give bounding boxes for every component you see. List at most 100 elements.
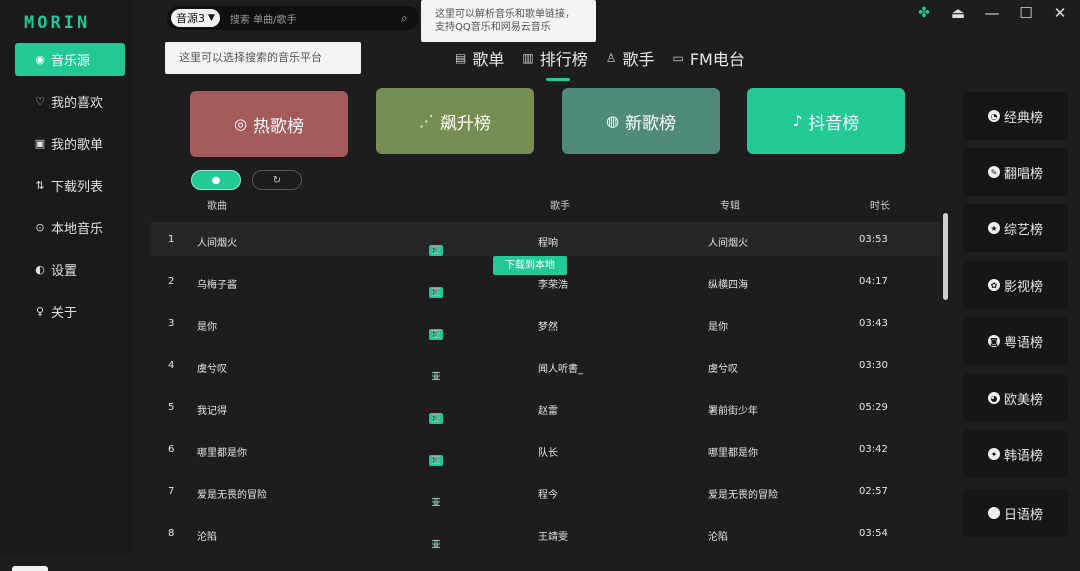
row-title[interactable]: 虞兮叹 xyxy=(197,360,227,375)
tab-3[interactable]: ▭ FM电台 xyxy=(673,46,745,70)
sidebar-item-5[interactable]: ◐ 设置 xyxy=(15,253,125,286)
row-artist[interactable]: 梦然 xyxy=(538,318,558,333)
sidebar-item-3[interactable]: ⇅ 下载列表 xyxy=(15,169,125,202)
row-artist[interactable]: 李荣浩 xyxy=(538,276,568,291)
more-chart-label: 经典榜 xyxy=(1003,110,1043,126)
table-row[interactable]: 1 人间烟火 程响 人间烟火 03:53 ▶ ⦀ ♡ ⤓ ☰ xyxy=(150,222,940,257)
row-artist[interactable]: 队长 xyxy=(538,444,558,459)
more-chart-5[interactable]: ◕ 欧美榜 xyxy=(963,374,1068,422)
chart-icon: ★ xyxy=(987,222,1000,234)
settings-icon: ◐ xyxy=(35,263,45,276)
add-to-list-icon[interactable]: ☰ xyxy=(429,370,443,383)
table-row[interactable]: 5 我记得 赵雷 署前街少年 05:29 ▶ ⦀ ♡ ⤓ ☰ xyxy=(150,390,940,425)
search-icon[interactable]: ⌕ xyxy=(401,11,419,26)
minimize-icon[interactable]: — xyxy=(982,4,1002,22)
row-album: 沦陷 xyxy=(708,532,728,543)
chart-card-0[interactable]: ◎ 热歌榜 xyxy=(190,91,348,157)
tab-label: FM电台 xyxy=(689,50,745,69)
row-artist[interactable]: 闻人听書_ xyxy=(538,360,583,375)
add-to-list-icon[interactable]: ☰ xyxy=(429,412,443,425)
more-chart-0[interactable]: ◔ 经典榜 xyxy=(963,92,1068,140)
table-row[interactable]: 8沦陷王靖雯沦陷03:54▶⦀♡⤓☰ xyxy=(150,516,940,551)
more-chart-3[interactable]: ✿ 影视榜 xyxy=(963,261,1068,309)
play-all-button[interactable]: ● xyxy=(191,170,241,190)
sidebar-item-4[interactable]: ⊙ 本地音乐 xyxy=(15,211,125,244)
row-artist[interactable]: 赵雷 xyxy=(538,402,558,417)
row-duration: 03:30 xyxy=(859,360,888,371)
chart-icon: ✎ xyxy=(987,166,1000,178)
row-artist[interactable]: 王靖雯 xyxy=(538,528,568,543)
row-title[interactable]: 是你 xyxy=(197,318,217,333)
tab-2[interactable]: ♙ 歌手 xyxy=(606,46,655,70)
source-select[interactable]: 音源3 ▼ xyxy=(171,9,220,27)
chart-icon: ◔ xyxy=(987,110,1000,122)
bottom-handle[interactable] xyxy=(12,566,48,571)
more-chart-2[interactable]: ★ 综艺榜 xyxy=(963,204,1068,252)
tab-label: 歌手 xyxy=(622,50,655,69)
table-row[interactable]: 4虞兮叹闻人听書_虞兮叹03:30▶⦀♡⤓☰ xyxy=(150,348,940,383)
chart-card-3[interactable]: ♪ 抖音榜 xyxy=(747,88,905,154)
sidebar-item-1[interactable]: ♡ 我的喜欢 xyxy=(15,85,125,118)
row-duration: 03:53 xyxy=(859,234,888,245)
row-title[interactable]: 人间烟火 xyxy=(197,234,237,249)
local-music-icon: ⊙ xyxy=(35,221,45,234)
row-album: 是你 xyxy=(708,322,728,333)
add-to-list-icon[interactable]: ☰ xyxy=(429,244,443,257)
more-chart-1[interactable]: ✎ 翻唱榜 xyxy=(963,148,1068,196)
more-chart-6[interactable]: ✦ 韩语榜 xyxy=(963,430,1068,478)
tab-icon: ▥ xyxy=(522,51,534,65)
source-select-label: 音源3 xyxy=(176,12,205,25)
sidebar-item-0[interactable]: ◉ 音乐源 xyxy=(15,43,125,76)
row-title[interactable]: 沦陷 xyxy=(197,528,217,543)
table-row[interactable]: 6 哪里都是你 队长 哪里都是你 03:42 ▶ ⦀ ♡ ⤓ ☰ xyxy=(150,432,940,467)
row-artist[interactable]: 程今 xyxy=(538,486,558,501)
chart-icon: ✿ xyxy=(987,279,1000,291)
sidebar-item-6[interactable]: ♀ 关于 xyxy=(15,295,125,328)
row-title[interactable]: 乌梅子酱 xyxy=(197,276,237,291)
main-tabs: ▤ 歌单 ▥ 排行榜 ♙ 歌手 ▭ FM电台 xyxy=(455,46,745,81)
sidebar-item-2[interactable]: ▣ 我的歌单 xyxy=(15,127,125,160)
row-album: 人间烟火 xyxy=(708,238,748,249)
row-artist[interactable]: 程响 xyxy=(538,234,558,249)
chart-card-label: 新歌榜 xyxy=(625,113,677,134)
chart-card-icon: ⋰ xyxy=(419,112,434,130)
tab-icon: ▤ xyxy=(455,51,467,65)
chart-card-1[interactable]: ⋰ 飙升榜 xyxy=(376,88,534,154)
row-album: 虞兮叹 xyxy=(708,364,738,375)
row-title[interactable]: 哪里都是你 xyxy=(197,444,247,459)
tab-0[interactable]: ▤ 歌单 xyxy=(455,46,504,70)
sidebar-item-label: 我的歌单 xyxy=(51,138,104,153)
tab-icon: ♙ xyxy=(605,51,617,65)
source-tooltip: 这里可以选择搜索的音乐平台 xyxy=(165,42,361,74)
more-chart-7[interactable]: 日语榜 xyxy=(963,489,1068,537)
row-num: 5 xyxy=(168,402,175,413)
header-artist: 歌手 xyxy=(550,201,570,212)
tab-label: 歌单 xyxy=(472,50,505,69)
row-title[interactable]: 爱是无畏的冒险 xyxy=(197,486,267,501)
search-input[interactable]: 搜索 单曲/歌手 xyxy=(230,11,401,26)
sidebar-item-label: 关于 xyxy=(51,306,78,321)
close-icon[interactable]: ✕ xyxy=(1050,4,1070,22)
parse-tooltip-line-2: 支持QQ音乐和网易云音乐 xyxy=(435,22,551,33)
more-chart-label: 翻唱榜 xyxy=(1003,166,1043,182)
more-chart-4[interactable]: ◙ 粤语榜 xyxy=(963,317,1068,365)
refresh-button[interactable]: ↻ xyxy=(252,170,302,190)
add-to-list-icon[interactable]: ☰ xyxy=(429,454,443,467)
mini-mode-icon[interactable]: ⏏ xyxy=(948,4,968,22)
sidebar-item-label: 我的喜欢 xyxy=(51,96,104,111)
maximize-icon[interactable]: ☐ xyxy=(1016,4,1036,22)
skin-icon[interactable]: ✤ xyxy=(914,5,934,21)
tab-1[interactable]: ▥ 排行榜 xyxy=(522,46,588,81)
scrollbar[interactable] xyxy=(943,213,948,300)
table-row[interactable]: 7爱是无畏的冒险程今爱是无畏的冒险02:57▶⦀♡⤓☰ xyxy=(150,474,940,509)
add-to-list-icon[interactable]: ☰ xyxy=(429,286,443,299)
row-title[interactable]: 我记得 xyxy=(197,402,227,417)
table-row[interactable]: 3 是你 梦然 是你 03:43 ▶ ⦀ ♡ ⤓ ☰ xyxy=(150,306,940,341)
tab-icon: ▭ xyxy=(672,51,684,65)
add-to-list-icon[interactable]: ☰ xyxy=(429,328,443,341)
music-source-icon: ◉ xyxy=(35,53,45,66)
heart-icon: ♡ xyxy=(35,95,45,108)
chart-card-2[interactable]: ◍ 新歌榜 xyxy=(562,88,720,154)
add-to-list-icon[interactable]: ☰ xyxy=(429,538,443,551)
add-to-list-icon[interactable]: ☰ xyxy=(429,496,443,509)
